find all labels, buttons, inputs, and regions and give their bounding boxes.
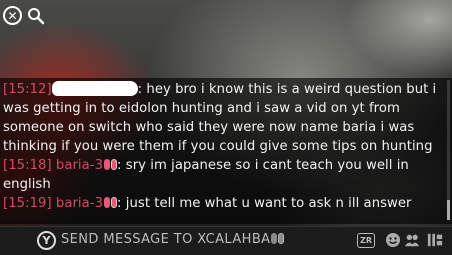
chat-log: [15:12]: hey bro i know this is a weird … <box>0 78 452 224</box>
y-button-icon[interactable]: Y <box>37 231 56 250</box>
message-input-bar: Y SEND MESSAGE TO XCALAHBA ZR <box>0 226 452 255</box>
chat-scrollbar-thumb[interactable] <box>447 200 450 220</box>
emoji-icon[interactable] <box>385 232 401 248</box>
redacted-username <box>51 81 138 96</box>
chat-toolbar: ✕ <box>3 6 45 25</box>
search-icon[interactable] <box>26 6 45 25</box>
switch-platform-icon <box>271 233 285 244</box>
chat-message: [15:18] baria-3: sry im japanese so i ca… <box>3 158 409 192</box>
sender-name[interactable]: baria-3 <box>56 158 103 173</box>
send-message-placeholder: SEND MESSAGE TO XCALAHBA <box>61 232 271 247</box>
sender-name[interactable]: baria-3 <box>56 196 103 211</box>
switch-platform-icon <box>104 159 118 170</box>
message-timestamp: [15:12] <box>3 82 52 97</box>
settings-icon[interactable] <box>427 232 443 248</box>
message-text: just tell me what u want to ask n ill an… <box>125 196 412 211</box>
chat-message: [15:19] baria-3: just tell me what u wan… <box>3 196 412 211</box>
zr-button-icon[interactable]: ZR <box>357 233 375 248</box>
close-icon[interactable]: ✕ <box>3 6 22 25</box>
message-timestamp: [15:18] <box>3 158 52 173</box>
chat-scrollbar[interactable] <box>447 80 450 220</box>
group-icon[interactable] <box>404 232 420 248</box>
chat-message: [15:12]: hey bro i know this is a weird … <box>3 81 437 154</box>
switch-platform-icon <box>104 197 118 208</box>
message-timestamp: [15:19] <box>3 196 52 211</box>
send-message-input[interactable]: SEND MESSAGE TO XCALAHBA <box>61 232 285 247</box>
